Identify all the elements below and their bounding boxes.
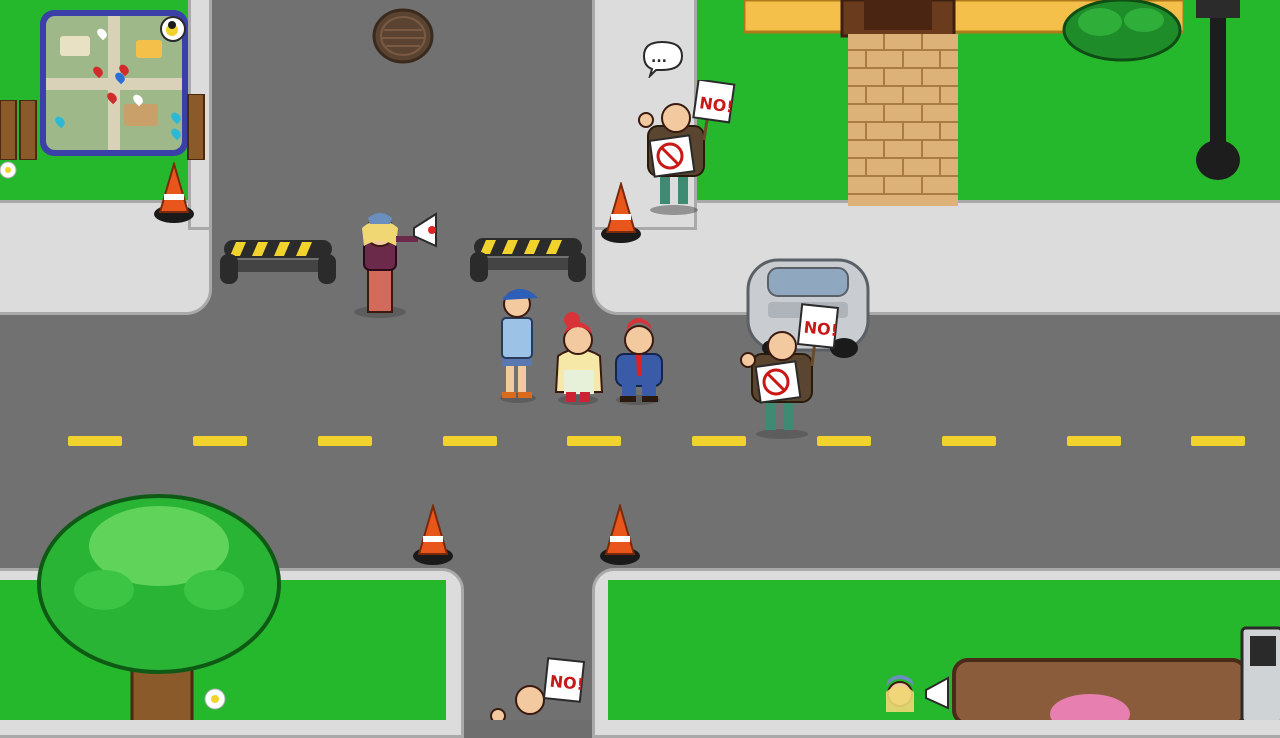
- quest-pin-blue-icon: [169, 110, 182, 125]
- npc-megaphone-protester[interactable]: [340, 206, 440, 318]
- brick-path: [848, 34, 958, 206]
- traffic-cone: [154, 162, 194, 223]
- speech-bubble-icon[interactable]: ...: [640, 40, 686, 78]
- quest-pin-blue-icon: [53, 114, 67, 129]
- player-red-haired-woman[interactable]: [550, 312, 608, 406]
- quest-pin-white-icon: [95, 26, 109, 41]
- lane-dash: [1067, 436, 1121, 446]
- flower: [204, 688, 226, 710]
- npc-megaphone-protester[interactable]: [864, 672, 954, 720]
- traffic-cone: [600, 504, 640, 565]
- duck-icon[interactable]: [160, 16, 186, 42]
- lane-dash: [1191, 436, 1245, 446]
- tree: [37, 494, 281, 720]
- quest-pin-red-icon: [91, 64, 105, 79]
- minimap-house: [136, 40, 162, 58]
- player-mailman-kid[interactable]: [496, 280, 544, 404]
- lane-dash: [318, 436, 372, 446]
- player-businessman[interactable]: [608, 312, 670, 406]
- lane-dash: [567, 436, 621, 446]
- street-lamp: [1196, 0, 1240, 180]
- minimap[interactable]: [40, 10, 188, 156]
- npc-protester[interactable]: NO!: [484, 656, 588, 720]
- flower: [0, 161, 17, 179]
- minimap-house: [124, 104, 158, 126]
- minimap-road-v: [108, 16, 120, 150]
- lane-dash: [942, 436, 996, 446]
- npc-protester[interactable]: NO!: [634, 80, 736, 216]
- protest-sign-text: NO!: [549, 672, 585, 694]
- manhole-cover: [372, 8, 434, 64]
- lane-dash: [193, 436, 247, 446]
- wooden-fence: [0, 100, 37, 160]
- speech-bubble-text: ...: [651, 50, 667, 66]
- lane-dash: [68, 436, 122, 446]
- lane-dash: [443, 436, 497, 446]
- machine-panel: [1240, 626, 1280, 720]
- mud-pit: [952, 658, 1248, 720]
- minimap-house: [60, 36, 90, 56]
- quest-pin-blue-icon: [169, 126, 182, 141]
- traffic-cone: [413, 504, 453, 565]
- wooden-fence: [187, 94, 205, 160]
- npc-protester[interactable]: NO!: [736, 302, 840, 440]
- protest-sign-text: NO!: [803, 318, 839, 340]
- bush: [1062, 0, 1182, 62]
- road-barrier: [220, 240, 336, 284]
